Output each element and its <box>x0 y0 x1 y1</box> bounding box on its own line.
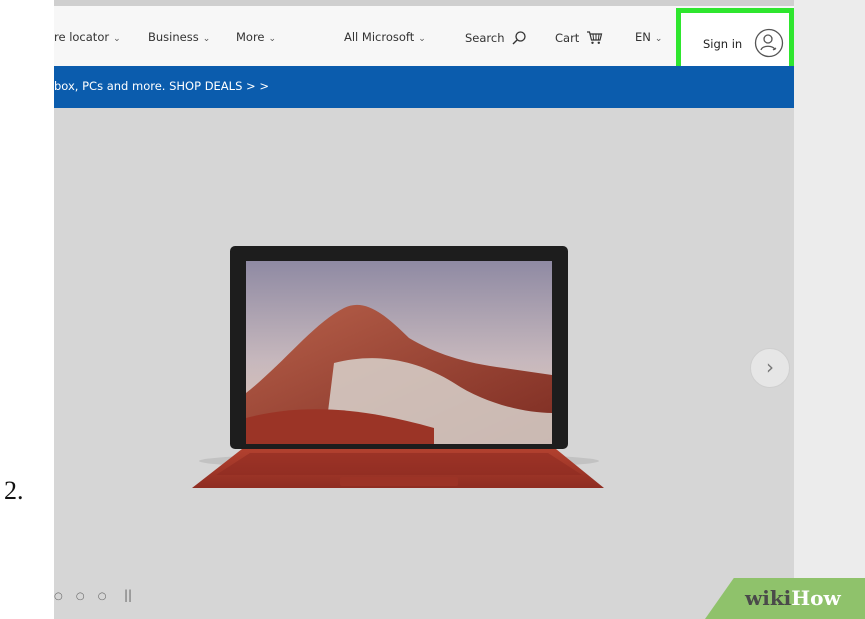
search-button[interactable]: Search <box>465 30 527 46</box>
step-number: 2. <box>4 476 24 505</box>
top-navigation: re locator ⌄ Business ⌄ More ⌄ All Microsof… <box>54 0 794 78</box>
cart-button[interactable]: Cart <box>555 30 603 45</box>
nav-more[interactable]: More ⌄ <box>236 30 276 44</box>
browser-screenshot: re locator ⌄ Business ⌄ More ⌄ All Microsof… <box>54 0 865 619</box>
chevron-down-icon: ⌄ <box>113 34 121 44</box>
chevron-down-icon: ⌄ <box>268 34 277 44</box>
chevron-down-icon: ⌄ <box>202 34 211 44</box>
nav-business-label: Business <box>148 30 199 44</box>
search-label: Search <box>465 31 505 45</box>
page-side-area <box>794 0 865 619</box>
watermark-text: wikiHow <box>745 586 841 610</box>
search-icon <box>512 31 526 45</box>
sign-in-label: Sign in <box>703 37 743 51</box>
promo-banner-text: box, PCs and more. SHOP DEALS > > <box>54 79 269 93</box>
chevron-down-icon: ⌄ <box>654 34 663 44</box>
nav-all-microsoft-label: All Microsoft <box>344 30 415 44</box>
chevron-down-icon: ⌄ <box>418 34 426 44</box>
user-avatar-icon <box>754 28 784 58</box>
nav-all-microsoft[interactable]: All Microsoft ⌄ <box>344 30 426 44</box>
watermark-how: How <box>791 586 841 610</box>
cart-label: Cart <box>555 31 580 45</box>
promo-banner[interactable]: box, PCs and more. SHOP DEALS > > <box>54 66 794 108</box>
language-label: EN <box>635 30 651 44</box>
pause-icon[interactable]: || <box>124 588 132 602</box>
surface-laptop-image <box>192 246 604 488</box>
carousel-next-button[interactable]: › <box>750 348 790 388</box>
nav-business[interactable]: Business ⌄ <box>148 30 210 44</box>
hero-carousel: › ○ ○ ○ || <box>54 108 794 619</box>
language-selector[interactable]: EN ⌄ <box>635 30 662 44</box>
carousel-indicators[interactable]: ○ ○ ○ <box>54 591 112 602</box>
nav-more-label: More <box>236 30 265 44</box>
cart-icon <box>586 31 603 44</box>
watermark-wiki: wiki <box>745 586 792 610</box>
nav-store-locator[interactable]: re locator ⌄ <box>54 30 121 44</box>
nav-store-locator-label: re locator <box>54 30 110 44</box>
